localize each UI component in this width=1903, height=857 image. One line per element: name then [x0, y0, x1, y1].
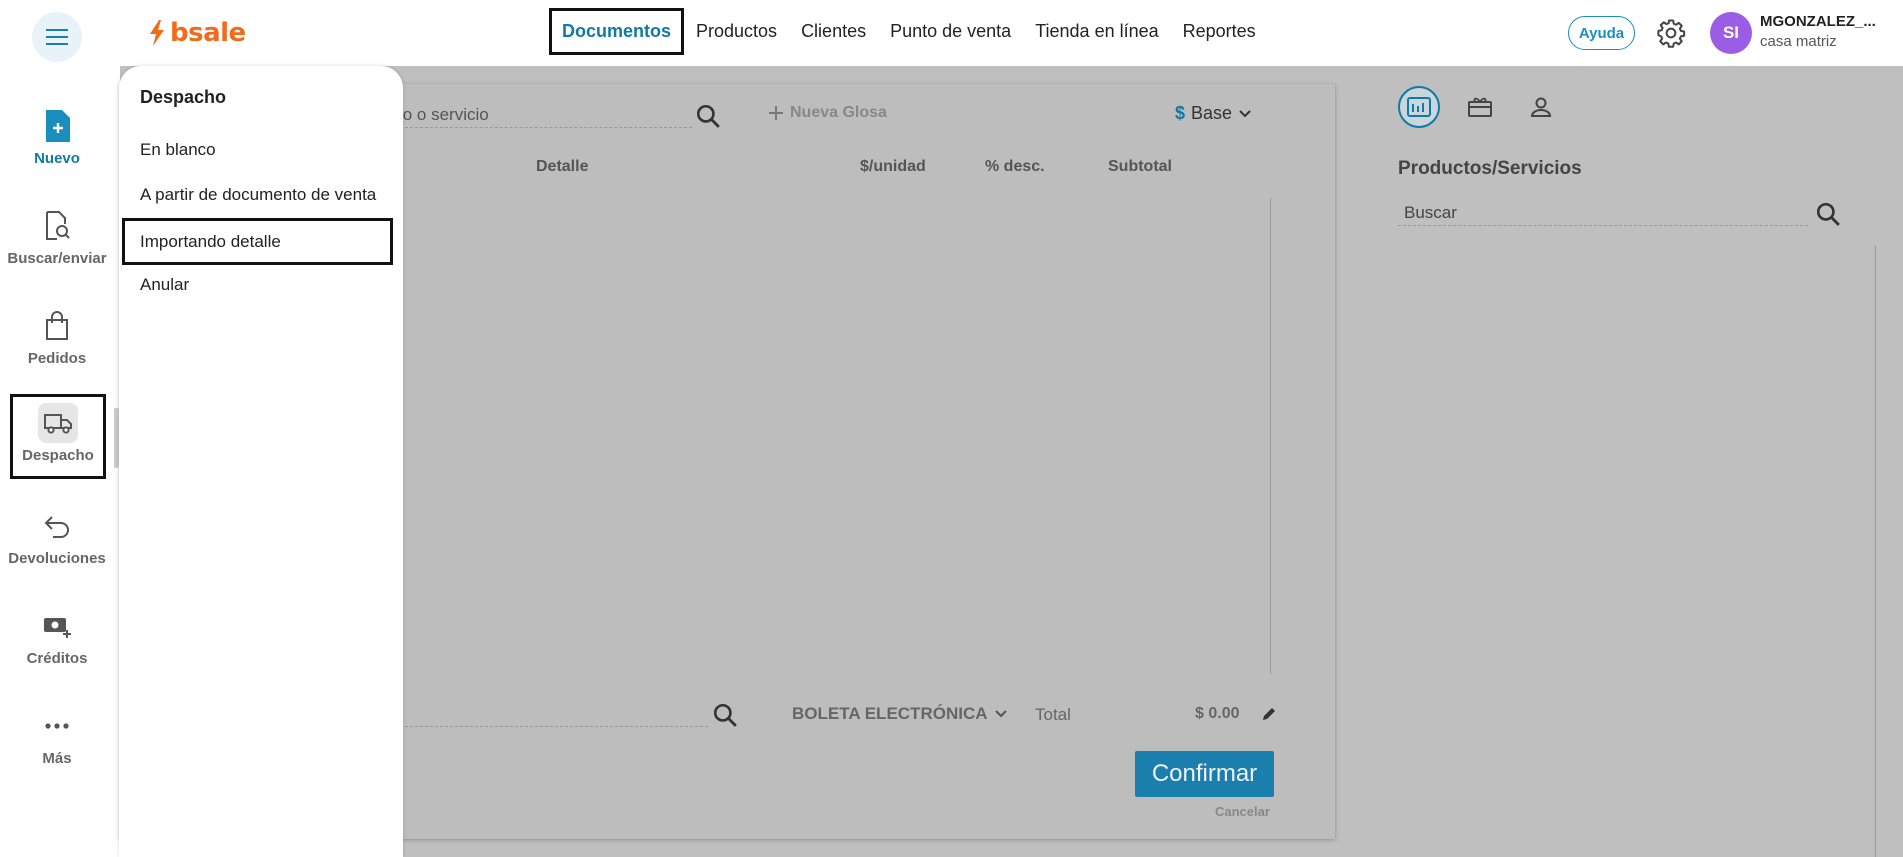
pencil-icon[interactable]: [1261, 706, 1277, 722]
nav-clientes[interactable]: Clientes: [789, 8, 878, 55]
top-nav: Documentos Productos Clientes Punto de v…: [549, 8, 1268, 55]
sidebar-item-despacho[interactable]: Despacho: [10, 394, 106, 479]
truck-icon: [38, 403, 78, 443]
sidebar-item-pedidos[interactable]: Pedidos: [0, 306, 114, 367]
sidebar-item-label: Nuevo: [34, 150, 80, 167]
price-list-select[interactable]: $ Base: [1175, 103, 1252, 124]
shopping-bag-icon: [37, 306, 77, 346]
price-list-value: Base: [1191, 103, 1233, 123]
nav-reportes[interactable]: Reportes: [1171, 8, 1268, 55]
nav-punto-de-venta[interactable]: Punto de venta: [878, 8, 1023, 55]
sidebar-item-label: Despacho: [22, 447, 94, 464]
nueva-glosa-button[interactable]: Nueva Glosa: [768, 104, 887, 122]
product-search-input[interactable]: to o servicio: [398, 105, 489, 125]
user-branch: casa matriz: [1760, 33, 1837, 50]
column-header-descuento: % desc.: [985, 158, 1045, 175]
confirm-button[interactable]: Confirmar: [1135, 751, 1274, 797]
search-document-icon: [37, 206, 77, 246]
nueva-glosa-label: Nueva Glosa: [790, 104, 887, 121]
new-document-icon: [37, 106, 77, 146]
money-plus-icon: [37, 606, 77, 646]
sidebar-item-label: Devoluciones: [8, 550, 106, 567]
flyout-title: Despacho: [140, 87, 227, 107]
tab-gifts[interactable]: [1459, 86, 1501, 128]
nav-productos[interactable]: Productos: [684, 8, 789, 55]
search-icon[interactable]: [695, 103, 721, 129]
column-header-precio-unidad: $/unidad: [860, 158, 926, 175]
sidebar-item-label: Créditos: [26, 650, 88, 667]
sidebar-item-creditos[interactable]: Créditos: [0, 606, 114, 667]
column-header-subtotal: Subtotal: [1108, 158, 1172, 175]
products-services-title: Productos/Servicios: [1398, 158, 1582, 179]
chevron-down-icon: [1239, 109, 1251, 117]
products-search-underline: [1398, 225, 1808, 226]
search-icon[interactable]: [712, 702, 738, 728]
logo-text: bsale: [170, 18, 246, 48]
pos-terminal-icon: [1407, 97, 1431, 117]
menu-item-documento-de-venta[interactable]: A partir de documento de venta: [140, 185, 376, 205]
hamburger-icon: [46, 29, 68, 45]
document-type-select[interactable]: BOLETA ELECTRÓNICA: [792, 704, 1008, 724]
products-scrollbar-track[interactable]: [1875, 246, 1876, 857]
menu-item-en-blanco[interactable]: En blanco: [140, 140, 216, 160]
total-value: $ 0.00: [1195, 705, 1240, 722]
nav-documentos[interactable]: Documentos: [549, 8, 685, 55]
sidebar-item-nuevo[interactable]: Nuevo: [0, 106, 114, 167]
top-bar: bsale Documentos Productos Clientes Punt…: [0, 0, 1903, 66]
sidebar-item-buscar-enviar[interactable]: Buscar/enviar: [0, 206, 114, 267]
cancel-link[interactable]: Cancelar: [1215, 804, 1270, 819]
search-icon[interactable]: [1815, 201, 1841, 227]
person-icon: [1530, 97, 1552, 117]
help-button[interactable]: Ayuda: [1568, 16, 1635, 50]
nav-tienda-en-linea[interactable]: Tienda en línea: [1023, 8, 1170, 55]
bsale-logo[interactable]: bsale: [148, 16, 246, 50]
currency-symbol: $: [1175, 103, 1186, 123]
menu-item-importando-detalle[interactable]: Importando detalle: [122, 218, 393, 265]
sidebar-item-label: Buscar/enviar: [7, 250, 107, 267]
user-name[interactable]: MGONZALEZ_...: [1760, 13, 1876, 30]
product-search-underline: [395, 127, 692, 128]
sidebar-item-label: Más: [42, 750, 72, 767]
detail-scrollbar-track[interactable]: [1270, 198, 1271, 674]
total-label: Total: [1035, 705, 1071, 724]
tab-client[interactable]: [1520, 86, 1562, 128]
avatar[interactable]: SI: [1710, 12, 1752, 54]
menu-button[interactable]: [32, 12, 82, 62]
gear-icon: [1657, 19, 1686, 48]
gift-card-icon: [1468, 97, 1492, 117]
products-search-input[interactable]: Buscar: [1404, 203, 1457, 223]
sidebar-item-label: Pedidos: [27, 350, 87, 367]
return-arrow-icon: [37, 506, 77, 546]
sidebar-item-mas[interactable]: Más: [0, 706, 114, 767]
tab-pos[interactable]: [1398, 86, 1440, 128]
bsale-bolt-icon: [150, 20, 164, 46]
menu-item-anular[interactable]: Anular: [140, 275, 189, 295]
column-header-detalle: Detalle: [536, 158, 589, 175]
plus-icon: [769, 106, 783, 120]
client-search-underline: [395, 726, 708, 727]
chevron-down-icon: [994, 710, 1007, 718]
document-type-value: BOLETA ELECTRÓNICA: [792, 704, 988, 723]
sidebar-item-devoluciones[interactable]: Devoluciones: [0, 506, 114, 567]
settings-button[interactable]: [1656, 18, 1686, 48]
more-dots-icon: [37, 706, 77, 746]
